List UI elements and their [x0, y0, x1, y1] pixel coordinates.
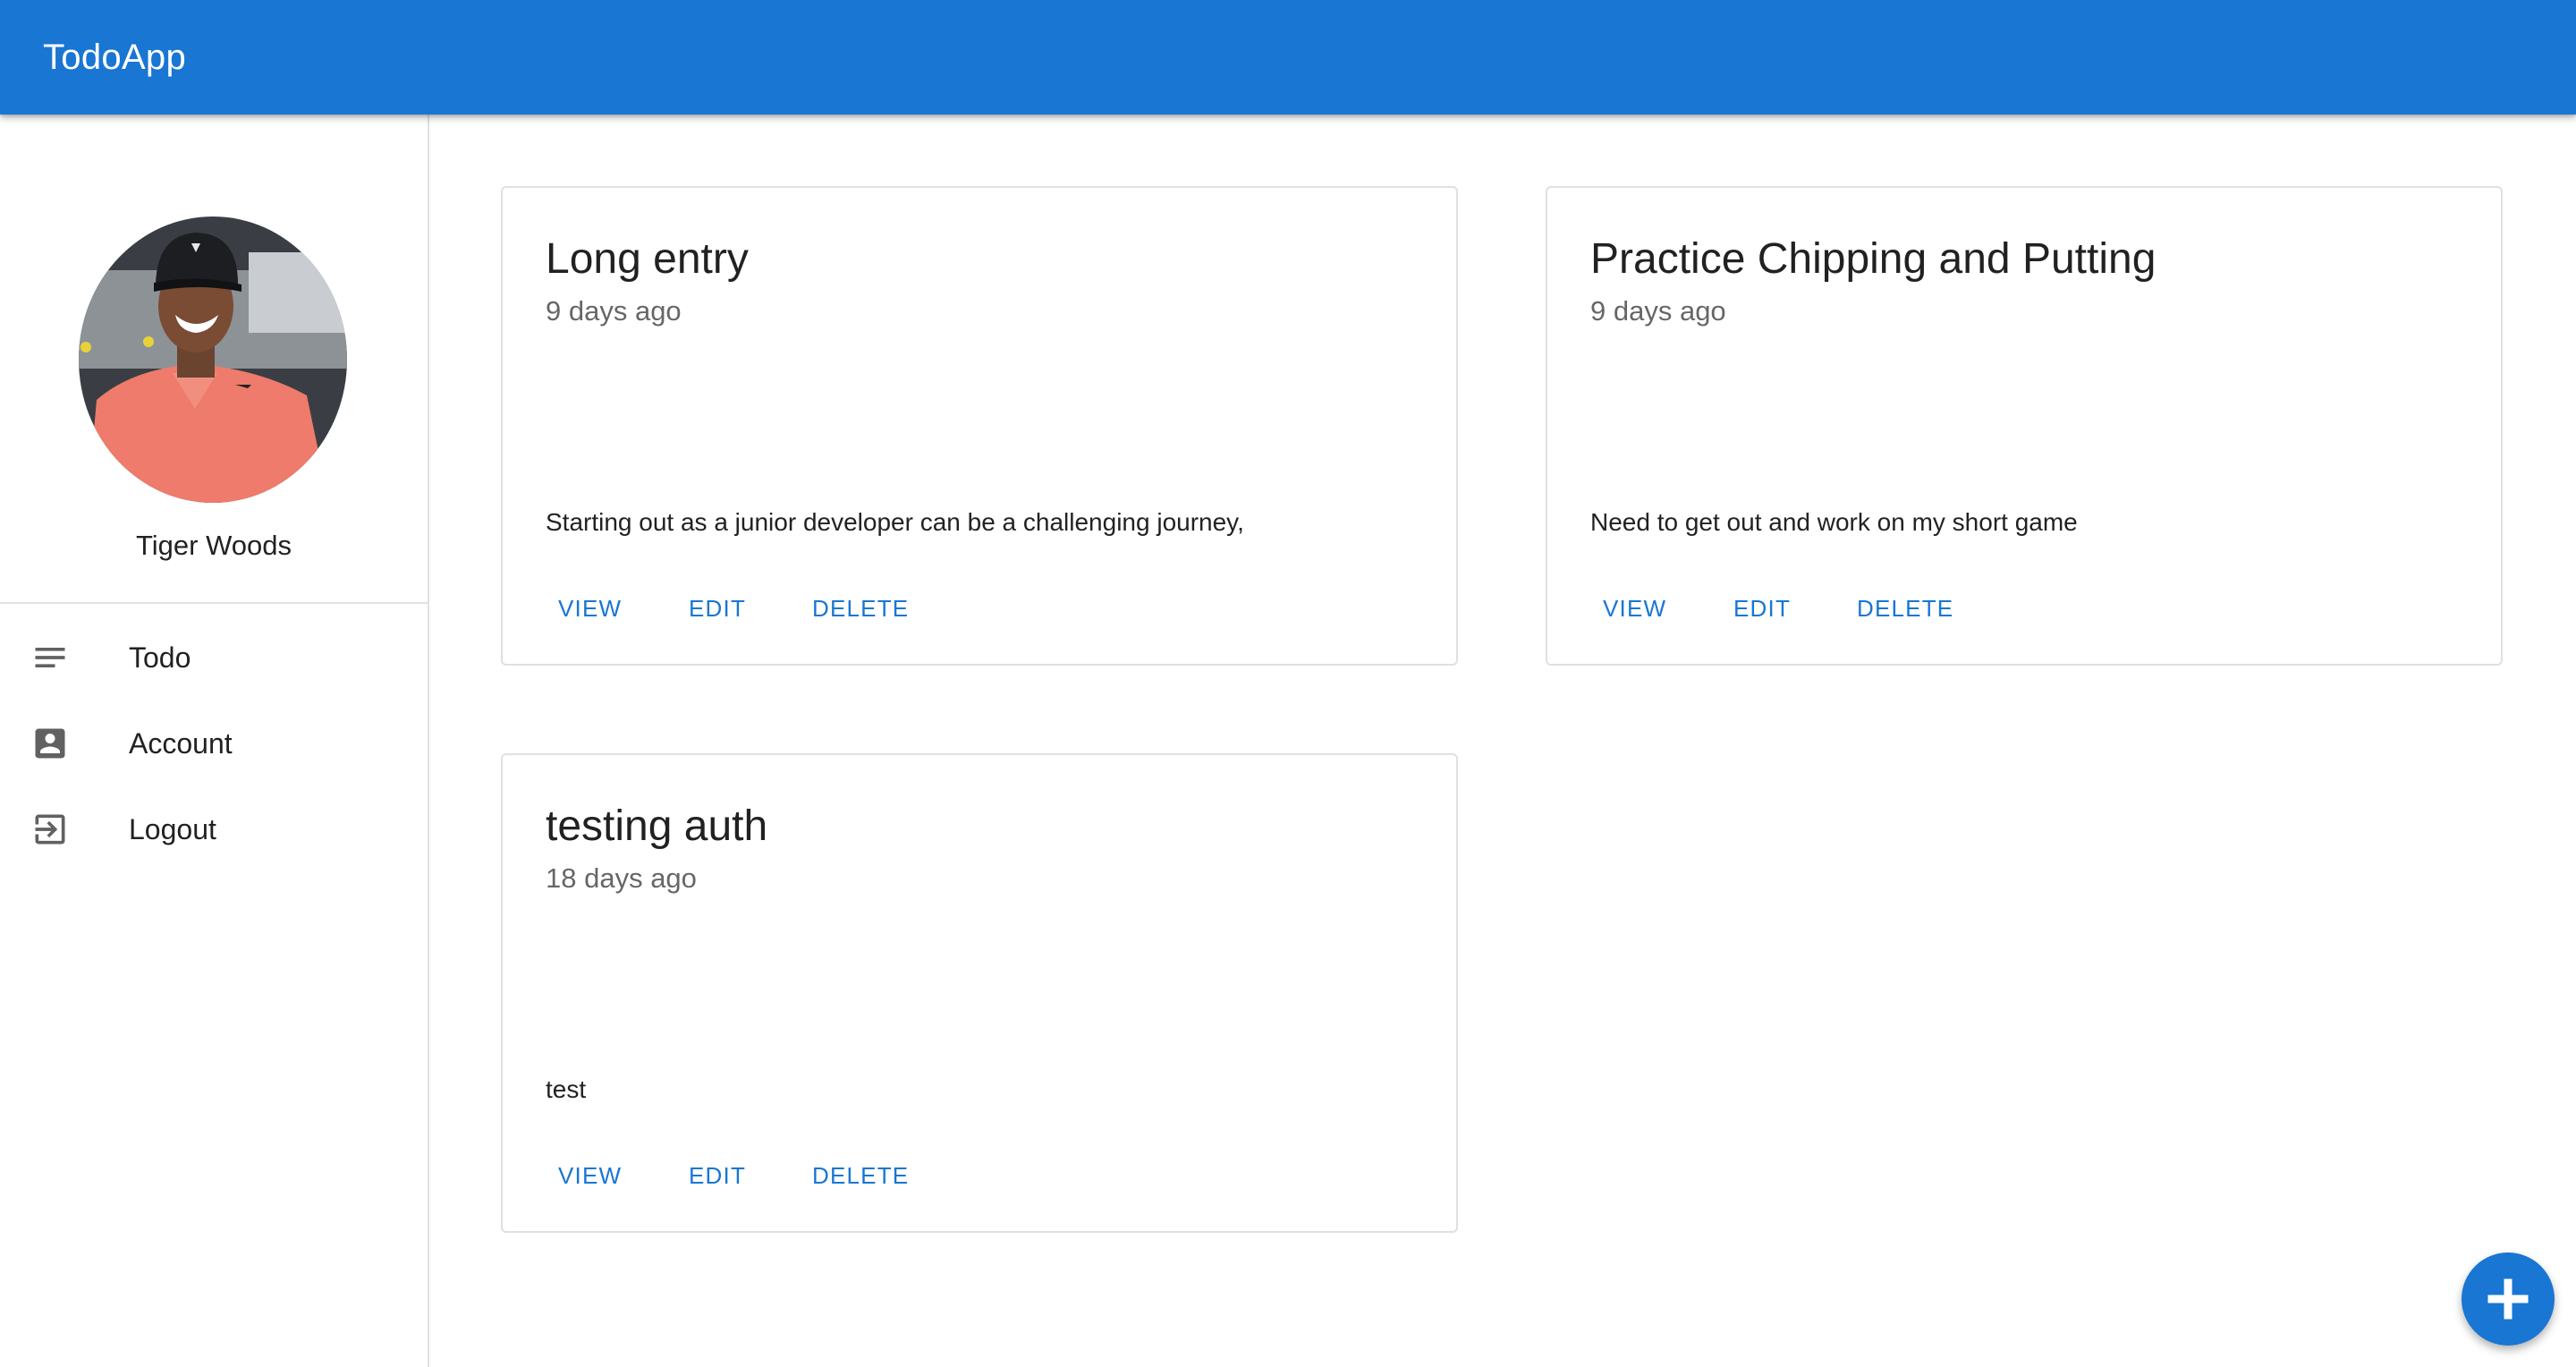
delete-button[interactable]: Delete	[800, 1147, 921, 1204]
todo-title: testing auth	[546, 802, 768, 850]
notes-icon	[30, 638, 70, 677]
todo-age: 18 days ago	[546, 862, 697, 894]
edit-button[interactable]: Edit	[1721, 580, 1803, 637]
avatar-photo	[79, 217, 347, 503]
edit-button[interactable]: Edit	[676, 1147, 758, 1204]
drawer-divider	[0, 602, 428, 604]
avatar	[79, 217, 347, 503]
todo-body: Starting out as a junior developer can b…	[546, 508, 1244, 536]
account-box-icon	[30, 724, 70, 763]
todo-body: test	[546, 1075, 587, 1103]
sidebar-item-account[interactable]: Account	[0, 700, 428, 786]
app-title: TodoApp	[43, 38, 187, 77]
sidebar-drawer: Tiger Woods Todo Account Logout	[0, 115, 429, 1367]
sidebar-item-logout[interactable]: Logout	[0, 786, 428, 872]
logout-icon	[30, 810, 70, 849]
add-icon	[2487, 1278, 2529, 1320]
sidebar-item-todo[interactable]: Todo	[0, 615, 428, 700]
view-button[interactable]: View	[1590, 580, 1679, 637]
app-bar: TodoApp	[0, 0, 2576, 115]
delete-button[interactable]: Delete	[1844, 580, 1966, 637]
user-name: Tiger Woods	[135, 530, 292, 561]
todo-card: Practice Chipping and Putting 9 days ago…	[1546, 186, 2503, 666]
todo-title: Long entry	[546, 235, 749, 283]
todo-age: 9 days ago	[1590, 295, 1726, 327]
sidebar-item-label: Todo	[129, 641, 191, 674]
edit-button[interactable]: Edit	[676, 580, 758, 637]
todo-title: Practice Chipping and Putting	[1590, 235, 2157, 283]
todo-age: 9 days ago	[546, 295, 682, 327]
sidebar-item-label: Logout	[129, 813, 216, 845]
sidebar-item-label: Account	[129, 727, 233, 760]
delete-button[interactable]: Delete	[800, 580, 921, 637]
view-button[interactable]: View	[546, 1147, 634, 1204]
view-button[interactable]: View	[546, 580, 634, 637]
todo-body: Need to get out and work on my short gam…	[1590, 508, 2078, 536]
todo-card: testing auth 18 days ago test View Edit …	[501, 753, 1458, 1233]
todo-card: Long entry 9 days ago Starting out as a …	[501, 186, 1458, 666]
add-todo-button[interactable]	[2462, 1252, 2555, 1346]
